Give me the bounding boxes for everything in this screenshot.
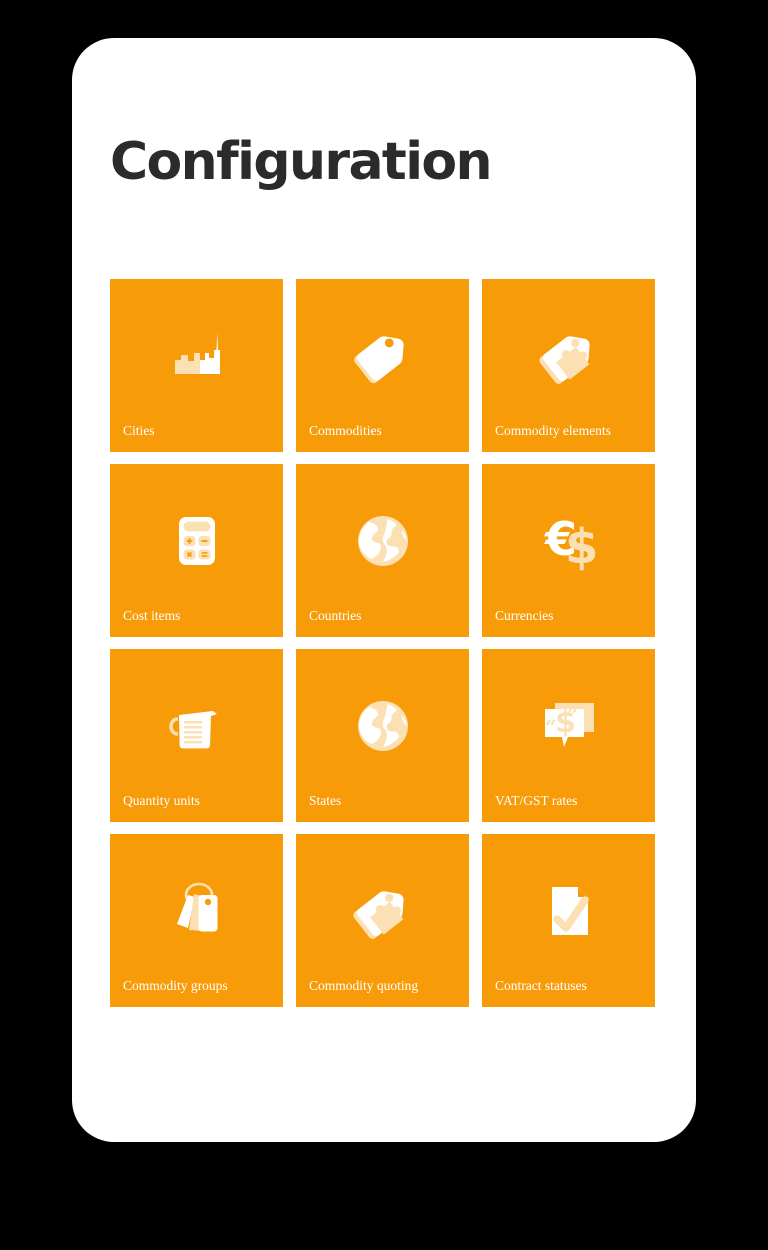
tile-contract-statuses[interactable]: Contract statuses	[482, 834, 655, 1007]
page-title: Configuration	[110, 132, 493, 192]
tag-bundle-ring-icon	[110, 868, 283, 954]
configuration-tile-grid: Cities Commodities Commodity elements Co…	[110, 279, 660, 1007]
tile-label: Countries	[309, 609, 362, 624]
tile-label: Contract statuses	[495, 979, 587, 994]
quote-dollar-bubble-icon: $ “ ”	[482, 683, 655, 769]
tile-cities[interactable]: Cities	[110, 279, 283, 452]
tile-commodity-groups[interactable]: Commodity groups	[110, 834, 283, 1007]
tile-commodities[interactable]: Commodities	[296, 279, 469, 452]
calculator-icon	[110, 498, 283, 584]
tile-countries[interactable]: Countries	[296, 464, 469, 637]
configuration-card: Configuration Cities Commodities Commodi…	[72, 38, 696, 1142]
screen: Configuration Cities Commodities Commodi…	[0, 0, 768, 1250]
tile-label: Currencies	[495, 609, 554, 624]
tile-commodity-elements[interactable]: Commodity elements	[482, 279, 655, 452]
tile-states[interactable]: States	[296, 649, 469, 822]
tile-label: VAT/GST rates	[495, 794, 578, 809]
svg-text:“: “	[545, 715, 557, 739]
tile-quantity-units[interactable]: Quantity units	[110, 649, 283, 822]
tile-label: Cities	[123, 424, 155, 439]
globe-icon	[296, 683, 469, 769]
measuring-jug-icon	[110, 683, 283, 769]
euro-dollar-icon: € $	[482, 498, 655, 584]
document-check-icon	[482, 868, 655, 954]
tile-label: Commodities	[309, 424, 382, 439]
tile-currencies[interactable]: € $ Currencies	[482, 464, 655, 637]
svg-text:”: ”	[567, 703, 579, 727]
globe-icon	[296, 498, 469, 584]
city-skyline-icon	[110, 313, 283, 399]
tile-vat-gst-rates[interactable]: $ “ ” VAT/GST rates	[482, 649, 655, 822]
tile-commodity-quoting[interactable]: Commodity quoting	[296, 834, 469, 1007]
tile-label: Quantity units	[123, 794, 200, 809]
tag-puzzle-icon	[482, 313, 655, 399]
tile-label: Commodity quoting	[309, 979, 419, 994]
tile-label: Commodity groups	[123, 979, 228, 994]
tile-cost-items[interactable]: Cost items	[110, 464, 283, 637]
tile-label: States	[309, 794, 342, 809]
tag-puzzle-icon	[296, 868, 469, 954]
tile-label: Cost items	[123, 609, 181, 624]
svg-text:$: $	[565, 519, 598, 575]
tile-label: Commodity elements	[495, 424, 611, 439]
price-tags-icon	[296, 313, 469, 399]
